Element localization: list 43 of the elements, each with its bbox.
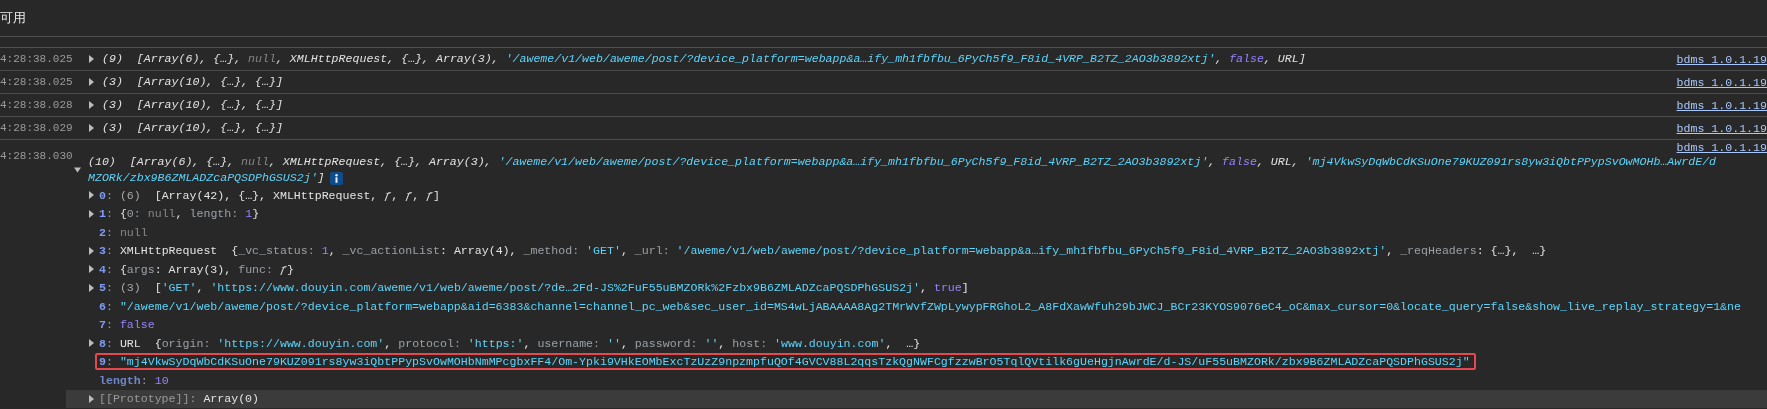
caret-icon[interactable] bbox=[88, 124, 95, 132]
timestamp: 4:28:38.029 bbox=[0, 122, 74, 134]
caret-icon[interactable] bbox=[88, 283, 95, 292]
source-link[interactable]: bdms 1.0.1.19 bbox=[1676, 98, 1767, 112]
caret-icon[interactable] bbox=[88, 246, 95, 255]
property-line: 1: {0: null, length: 1} bbox=[98, 206, 261, 223]
property-line: 6: "/aweme/v1/web/aweme/post/?device_platform=webapp&aid=6383&channel=channel_pc_web&sec_user_id=MS4wLjABAAAA8Ag2TMrWvfZWpLywypFRGhoL2_A8FdXawWfuh29bJWCJ_BCr23KYOS9076eC4_oC&max_cursor=0&locate_query=false&show_live_replay_strategy=1&ne bbox=[98, 298, 1742, 315]
log-message: (3) [Array(10), {…}, {…}] bbox=[102, 97, 284, 113]
source-link[interactable]: bdms 1.0.1.19 bbox=[1676, 121, 1767, 135]
caret-icon[interactable] bbox=[88, 191, 95, 200]
property-line: 4: {args: Array(3), func: ƒ} bbox=[98, 261, 295, 278]
source-link[interactable]: bdms 1.0.1.19 bbox=[1676, 75, 1767, 89]
caret-icon[interactable] bbox=[88, 101, 95, 109]
caret-icon[interactable] bbox=[88, 55, 95, 63]
source-link[interactable]: bdms 1.0.1.19 bbox=[1676, 52, 1767, 66]
selected-row[interactable]: [[Prototype]]: Array(0) bbox=[66, 389, 1767, 408]
caret-icon[interactable] bbox=[74, 166, 81, 174]
log-message: MZORk/zbx9B6ZMLADZcaPQSDPhGSUS2j'] bbox=[88, 170, 325, 186]
caret-icon[interactable] bbox=[88, 339, 95, 348]
log-message: (3) [Array(10), {…}, {…}] bbox=[102, 120, 284, 136]
property-line: 5: (3) ['GET', 'https://www.douyin.com/aweme/v1/web/aweme/post/?de…2Fd-JS%2FuF55uBMZORk%2Fzbx9B6ZMLADZcaPQSDPhGSUS2j', true] bbox=[98, 280, 970, 297]
info-icon[interactable] bbox=[329, 171, 343, 185]
property-line: 3: XMLHttpRequest {_vc_status: 1, _vc_actionList: Array(4), _method: 'GET', _url: '/aweme/v1/web/aweme/post/?device_platform=webapp&a…ify_mh1fbfbu_6PyCh5f9_F8id_4VRP_B2TZ_2AO3b3892xtj', _reqHeaders: {…}, …} bbox=[98, 243, 1548, 260]
property-line: 2: null bbox=[98, 224, 149, 241]
timestamp: 4:28:38.028 bbox=[0, 99, 74, 111]
property-line: 7: false bbox=[98, 317, 156, 334]
timestamp: 4:28:38.025 bbox=[0, 76, 74, 88]
caret-icon[interactable] bbox=[88, 265, 95, 274]
status-label: 可用 bbox=[0, 9, 26, 27]
log-message: (3) [Array(10), {…}, {…}] bbox=[102, 74, 284, 90]
property-line: length: 10 bbox=[98, 372, 170, 389]
caret-icon[interactable] bbox=[88, 209, 95, 218]
timestamp: 4:28:38.030 bbox=[0, 149, 74, 162]
log-message: (10) [Array(6), {…}, null, XMLHttpRequest, {…}, Array(3), '/aweme/v1/web/aweme/post/?device_platform=webapp&a…ify_mh1fbfbu_6PyCh5f9_F8id_4VRP_B2TZ_2AO3b3892xtj', false, URL, 'mj4VkwSyDqWbCdKSuOne79KUZ091rs8yw3iQbtPPypSvOwMOHb…AwrdE/d bbox=[88, 154, 1717, 170]
timestamp: 4:28:38.025 bbox=[0, 53, 74, 65]
log-message: (9) [Array(6), {…}, null, XMLHttpRequest, {…}, Array(3), '/aweme/v1/web/aweme/post/?device_platform=webapp&a…ify_mh1fbfbu_6PyCh5f9_F8id_4VRP_B2TZ_2AO3b3892xtj', false, URL] bbox=[102, 51, 1307, 67]
property-line: 0: (6) [Array(42), {…}, XMLHttpRequest, ƒ, ƒ, ƒ] bbox=[98, 187, 441, 204]
caret-icon[interactable] bbox=[88, 78, 95, 86]
caret-icon[interactable] bbox=[88, 394, 95, 403]
source-link[interactable]: bdms 1.0.1.19 bbox=[1676, 141, 1767, 154]
property-line: [[Prototype]]: Array(0) bbox=[98, 391, 261, 408]
property-line: 8: URL {origin: 'https://www.douyin.com', protocol: 'https:', username: '', password: '', host: 'www.douyin.com', …} bbox=[98, 335, 922, 352]
highlight-box: 9: "mj4VkwSyDqWbCdKSuOne79KUZ091rs8yw3iQbtPPypSvOwMOHbNmMPcgbxFF4/Om-Ypki9VHkEOMbExcTzUzZ9npzmpfuQOf4GVCV88L2qqsTzkQgNWFCgfzzwBrO5TqlQVtilk6gUeHgjnAwrdE/d-JS/uF55uBMZORk/zbx9B6ZMLADZcaPQSDPhGSUS2j" bbox=[95, 353, 1476, 371]
